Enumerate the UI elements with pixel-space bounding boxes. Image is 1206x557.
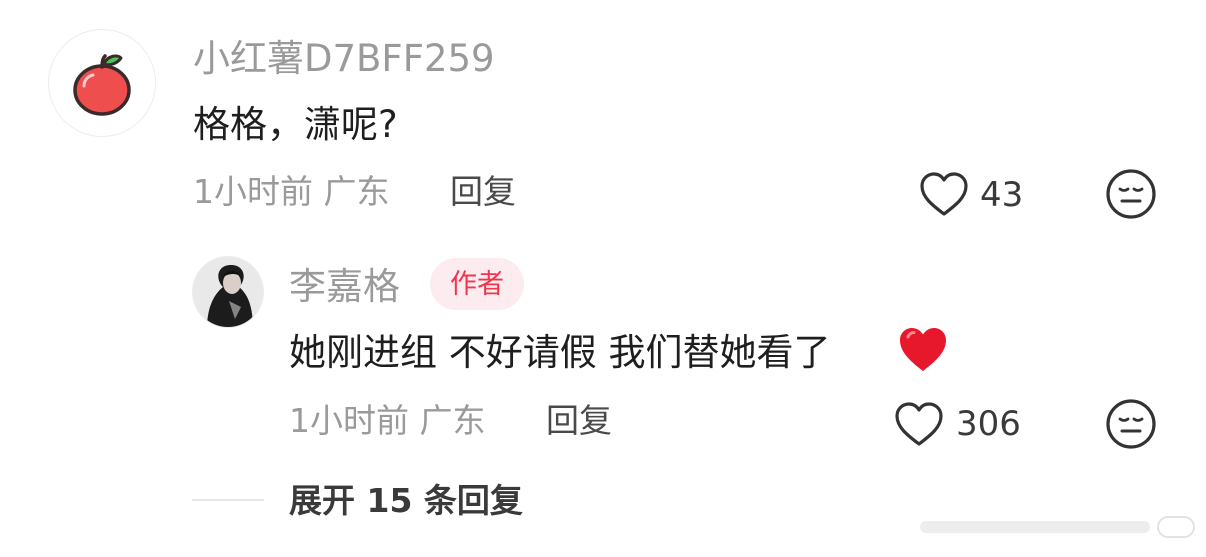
reply-time-location: 1小时前 广东 bbox=[289, 401, 486, 440]
comment-text: 格格，潇呢? bbox=[193, 103, 398, 146]
reply-text: 她刚进组 不好请假 我们替她看了 bbox=[289, 331, 831, 374]
reply-reply-button[interactable]: 回复 bbox=[546, 404, 612, 437]
comment-like-count: 43 bbox=[980, 175, 1024, 215]
portrait-photo-icon bbox=[193, 257, 263, 327]
neutral-face-icon[interactable] bbox=[1105, 168, 1157, 220]
author-badge: 作者 bbox=[430, 258, 524, 310]
watermark bbox=[920, 516, 1195, 538]
author-avatar[interactable] bbox=[192, 256, 264, 328]
reply-like-count: 306 bbox=[956, 404, 1021, 444]
apple-icon bbox=[73, 54, 131, 116]
heart-outline-icon[interactable] bbox=[918, 170, 970, 218]
commenter-username[interactable]: 小红薯D7BFF259 bbox=[193, 40, 495, 77]
comment-time-location: 1小时前 广东 bbox=[193, 172, 390, 211]
commenter-avatar[interactable] bbox=[48, 29, 156, 137]
author-username[interactable]: 李嘉格 bbox=[289, 268, 400, 305]
neutral-face-icon[interactable] bbox=[1105, 398, 1157, 450]
heart-outline-icon[interactable] bbox=[893, 400, 945, 448]
red-heart-icon bbox=[900, 328, 946, 371]
expand-replies-button[interactable]: 展开 15 条回复 bbox=[289, 484, 523, 517]
comment-reply-button[interactable]: 回复 bbox=[450, 175, 516, 208]
expand-divider bbox=[192, 499, 264, 501]
